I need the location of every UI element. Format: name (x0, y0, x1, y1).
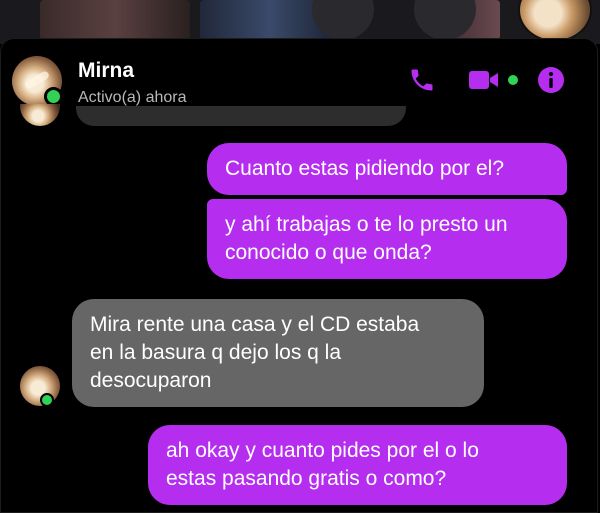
video-camera-icon[interactable] (468, 68, 502, 92)
message-text: conocido o que onda? (225, 241, 432, 264)
sent-message-bubble[interactable]: y ahí trabajas o te lo presto un conocid… (207, 199, 567, 279)
contact-name[interactable]: Mirna (78, 59, 134, 83)
contact-status: Activo(a) ahora (78, 89, 187, 106)
info-icon[interactable] (537, 66, 565, 94)
online-status-indicator (40, 393, 54, 407)
message-text: ah okay y cuanto pides por el o lo (166, 439, 479, 462)
received-message-bubble[interactable]: Mira rente una casa y el CD estaba en la… (72, 299, 484, 407)
chat-head-avatar[interactable] (518, 0, 592, 42)
message-text: y ahí trabajas o te lo presto un (225, 213, 508, 236)
message-text: estas pasando gratis o como? (166, 467, 447, 490)
background-thumbnail (40, 0, 190, 40)
sent-message-bubble[interactable]: Cuanto estas pidiendo por el? (207, 143, 567, 195)
message-text: en la basura q dejo los q la (90, 341, 342, 364)
sent-message-bubble[interactable]: ah okay y cuanto pides por el o lo estas… (148, 425, 567, 505)
video-active-dot (508, 75, 518, 85)
message-text: Mira rente una casa y el CD estaba (90, 313, 420, 336)
previous-message-bubble (76, 106, 406, 126)
phone-icon[interactable] (408, 66, 436, 94)
message-text: desocuparon (90, 369, 212, 392)
message-text: Cuanto estas pidiendo por el? (225, 157, 505, 180)
